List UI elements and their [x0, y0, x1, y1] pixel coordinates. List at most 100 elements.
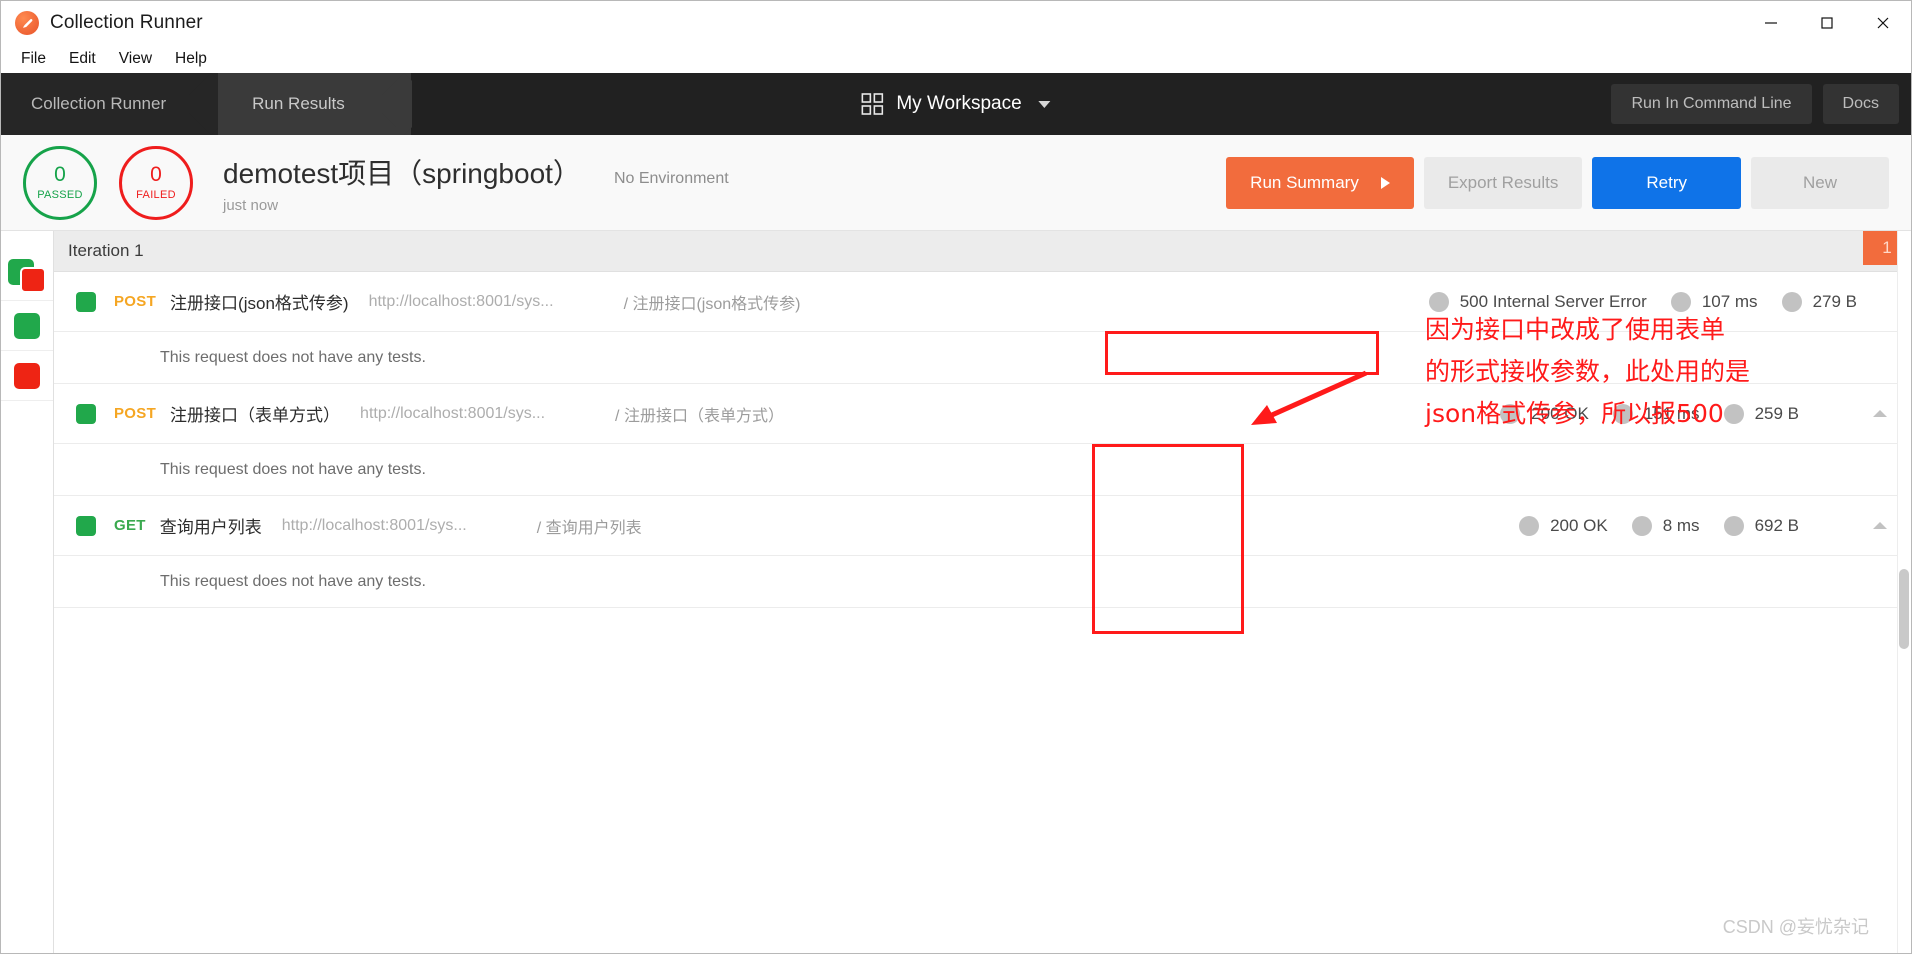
time-badge: 107 ms	[1659, 291, 1770, 312]
size-dot-icon	[1723, 515, 1744, 536]
filter-passed-button[interactable]	[1, 301, 53, 351]
scrollbar-thumb[interactable]	[1899, 569, 1909, 649]
summary-actions: Run Summary Export Results Retry New	[1226, 156, 1889, 209]
status-filter-rail	[1, 231, 54, 953]
passed-label: PASSED	[37, 189, 83, 201]
size-dot-icon	[1723, 403, 1744, 424]
watermark: CSDN @妄忧杂记	[1722, 917, 1869, 937]
collapse-caret-icon[interactable]	[1873, 522, 1887, 529]
run-title-block: demotest项目（springboot） No Environment ju…	[223, 152, 729, 214]
breadcrumb-collection-runner-label: Collection Runner	[31, 94, 167, 113]
menu-item-view[interactable]: View	[109, 48, 162, 70]
run-in-command-line-button[interactable]: Run In Command Line	[1611, 84, 1812, 124]
size-text: 692 B	[1754, 515, 1799, 535]
minimize-icon[interactable]	[1743, 1, 1799, 45]
request-path: / 查询用户列表	[536, 519, 642, 537]
new-button[interactable]: New	[1750, 156, 1889, 209]
request-name: 注册接口（表单方式）	[170, 406, 341, 425]
no-tests-message: This request does not have any tests.	[160, 572, 426, 590]
close-icon[interactable]	[1855, 1, 1911, 45]
time-dot-icon	[1631, 515, 1652, 536]
docs-button[interactable]: Docs	[1822, 84, 1899, 124]
annotation-line-1: 因为接口中改成了使用表单	[1425, 315, 1726, 344]
request-status-square-icon	[76, 403, 96, 424]
request-method: POST	[114, 293, 157, 310]
time-badge: 8 ms	[1620, 515, 1712, 536]
chevron-down-icon	[1038, 100, 1051, 108]
status-text: 200 OK	[1550, 515, 1608, 535]
workspace-label: My Workspace	[896, 93, 1022, 114]
request-status-square-icon	[76, 291, 96, 312]
request-metrics: 500 Internal Server Error 107 ms 279 B	[1417, 291, 1897, 312]
request-method: GET	[114, 517, 146, 534]
passed-square-icon	[14, 312, 40, 339]
size-badge: 259 B	[1712, 403, 1811, 424]
size-badge: 692 B	[1712, 515, 1811, 536]
request-url: http://localhost:8001/sys...	[281, 516, 467, 534]
run-summary-button[interactable]: Run Summary	[1226, 156, 1414, 209]
run-summary-header: 0 PASSED 0 FAILED demotest项目（springboot）…	[1, 135, 1911, 231]
collapse-caret-icon[interactable]	[1873, 410, 1887, 417]
request-url: http://localhost:8001/sys...	[368, 292, 554, 310]
iteration-header: Iteration 1	[54, 231, 1911, 272]
retry-button[interactable]: Retry	[1592, 156, 1741, 209]
top-navigation-bar: Collection Runner Run Results My Workspa…	[1, 73, 1911, 135]
status-dot-icon	[1519, 515, 1540, 536]
workspace-selector[interactable]: My Workspace	[861, 73, 1051, 135]
annotation-line-2: 的形式接收参数，此处用的是	[1425, 357, 1751, 386]
no-tests-message: This request does not have any tests.	[160, 348, 426, 366]
filter-failed-button[interactable]	[1, 351, 53, 401]
no-tests-message: This request does not have any tests.	[160, 460, 426, 478]
breadcrumb: Collection Runner Run Results	[1, 73, 411, 135]
breadcrumb-collection-runner[interactable]: Collection Runner	[1, 73, 219, 135]
table-row[interactable]: GET 查询用户列表 http://localhost:8001/sys... …	[54, 496, 1911, 556]
request-path: / 注册接口(json格式传参)	[623, 295, 801, 313]
environment-label: No Environment	[613, 169, 729, 187]
export-results-button[interactable]: Export Results	[1423, 156, 1583, 209]
size-text: 279 B	[1812, 291, 1857, 311]
maximize-icon[interactable]	[1799, 1, 1855, 45]
request-method: POST	[114, 405, 157, 422]
failed-label: FAILED	[136, 189, 176, 201]
annotation-line-3: json格式传参，所以报500	[1425, 399, 1724, 428]
request-path: / 注册接口（表单方式）	[615, 407, 784, 425]
size-badge: 279 B	[1770, 291, 1869, 312]
run-summary-label: Run Summary	[1250, 172, 1359, 192]
list-item: This request does not have any tests.	[54, 556, 1911, 608]
filter-all-button[interactable]	[1, 251, 53, 301]
breadcrumb-run-results[interactable]: Run Results	[218, 73, 411, 135]
list-item: This request does not have any tests.	[54, 444, 1911, 496]
run-timestamp: just now	[223, 196, 279, 214]
nav-actions: Run In Command Line Docs	[1611, 73, 1911, 135]
time-text: 107 ms	[1701, 291, 1758, 311]
time-dot-icon	[1670, 291, 1691, 312]
window-controls	[1743, 1, 1911, 45]
status-badge: 500 Internal Server Error	[1417, 291, 1659, 312]
request-metrics: 200 OK 8 ms 692 B	[1507, 515, 1897, 536]
window-title: Collection Runner	[50, 12, 203, 33]
breadcrumb-run-results-label: Run Results	[252, 94, 345, 113]
menu-item-file[interactable]: File	[11, 48, 56, 70]
request-name: 查询用户列表	[159, 518, 262, 537]
time-text: 8 ms	[1662, 515, 1700, 535]
status-text: 500 Internal Server Error	[1459, 291, 1647, 311]
request-status-square-icon	[76, 515, 96, 536]
all-status-icon	[8, 258, 46, 293]
size-dot-icon	[1781, 291, 1802, 312]
passed-count: 0	[54, 163, 66, 186]
size-text: 259 B	[1754, 403, 1799, 423]
breadcrumb-notch	[382, 73, 412, 135]
request-name: 注册接口(json格式传参)	[170, 294, 349, 313]
collection-runner-window: Collection Runner File Edit View Help Co…	[0, 0, 1912, 954]
failed-count: 0	[150, 163, 162, 186]
menu-item-edit[interactable]: Edit	[59, 48, 106, 70]
title-bar: Collection Runner	[1, 1, 1911, 45]
menu-item-help[interactable]: Help	[165, 48, 217, 70]
failed-square-icon	[14, 362, 40, 389]
page-title: demotest项目（springboot）	[223, 157, 581, 189]
passed-stat: 0 PASSED	[23, 145, 97, 220]
breadcrumb-notch	[189, 73, 219, 135]
play-icon	[1380, 176, 1390, 189]
status-badge: 200 OK	[1507, 515, 1620, 536]
grid-icon	[861, 93, 884, 115]
